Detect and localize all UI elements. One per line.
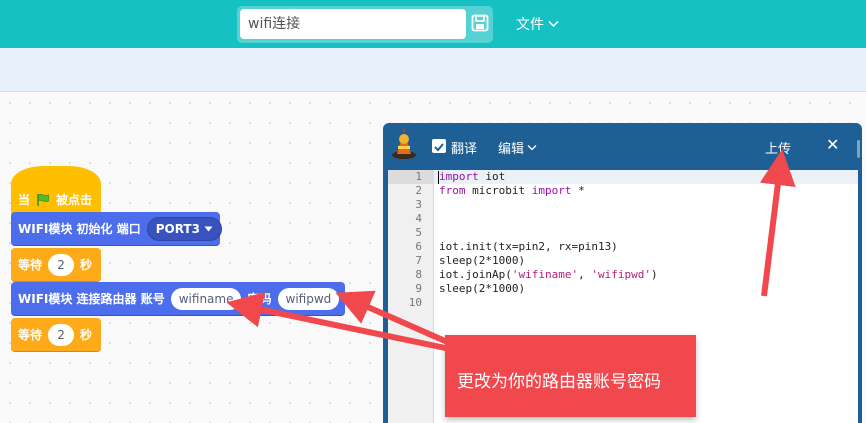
code-line: iot.init(tx=pin2, rx=pin13) xyxy=(439,240,618,253)
line-number: 7 xyxy=(415,254,422,267)
code-line: from microbit import * xyxy=(439,184,585,197)
line-number: 4 xyxy=(415,212,422,225)
wait-block[interactable]: 等待 2 秒 xyxy=(11,248,101,282)
line-number: 9 xyxy=(415,282,422,295)
edit-menu-label: 编辑 xyxy=(498,142,525,157)
close-icon[interactable]: ✕ xyxy=(826,135,840,154)
ssid-input[interactable]: wifiname xyxy=(170,287,242,310)
block-text: WIFI模块 连接路由器 账号 xyxy=(18,292,165,306)
code-line: import iot xyxy=(439,170,506,183)
line-number: 10 xyxy=(408,296,422,309)
port-dropdown[interactable]: PORT3 xyxy=(146,216,222,241)
upload-button[interactable]: 上传 xyxy=(765,138,791,157)
wait-block[interactable]: 等待 2 秒 xyxy=(11,318,101,352)
wait-seconds-input[interactable]: 2 xyxy=(48,323,75,346)
block-text: 当 xyxy=(18,193,31,207)
chevron-down-icon xyxy=(548,20,559,28)
line-number: 6 xyxy=(415,240,422,253)
translate-label: 翻译 xyxy=(451,142,478,157)
block-text: WIFI模块 初始化 端口 xyxy=(18,222,141,236)
block-text: 等待 xyxy=(18,328,43,342)
code-line: sleep(2*1000) xyxy=(439,282,526,295)
python-logo-icon xyxy=(392,128,416,159)
line-number: 3 xyxy=(415,198,422,211)
checkmark-icon xyxy=(434,143,444,152)
file-menu-label: 文件 xyxy=(516,17,544,33)
password-input[interactable]: wifipwd xyxy=(277,287,340,310)
file-menu[interactable]: 文件 xyxy=(516,14,559,34)
line-number: 2 xyxy=(415,184,422,197)
wifi-init-block[interactable]: WIFI模块 初始化 端口 PORT3 xyxy=(11,212,222,246)
translate-checkbox[interactable] xyxy=(432,139,446,153)
code-line: iot.joinAp('wifiname', 'wifipwd') xyxy=(439,268,658,281)
line-number: 1 xyxy=(415,170,422,183)
annotation-text: 更改为你的路由器账号密码 xyxy=(457,372,661,392)
line-number: 5 xyxy=(415,226,422,239)
text-cursor xyxy=(438,171,439,184)
block-text: 被点击 xyxy=(56,193,93,207)
block-text: 秒 xyxy=(80,328,93,342)
green-flag-icon xyxy=(37,193,49,206)
wait-seconds-input[interactable]: 2 xyxy=(48,253,75,276)
when-flag-clicked-block[interactable]: 当 被点击 xyxy=(11,166,101,216)
edit-menu[interactable]: 编辑 xyxy=(498,138,537,157)
save-icon[interactable] xyxy=(471,14,489,32)
block-text: 密码 xyxy=(247,292,272,306)
line-number: 8 xyxy=(415,268,422,281)
wifi-connect-block[interactable]: WIFI模块 连接路由器 账号 wifiname 密码 wifipwd xyxy=(11,282,345,316)
chevron-down-icon xyxy=(527,145,537,151)
panel-scrollbar[interactable] xyxy=(857,140,860,158)
code-line: sleep(2*1000) xyxy=(439,254,526,267)
caret-down-icon xyxy=(204,226,213,231)
block-text: 秒 xyxy=(80,258,93,272)
project-name-input[interactable]: wifi连接 xyxy=(240,9,466,39)
menu-strip xyxy=(0,48,866,92)
port-value: PORT3 xyxy=(155,221,200,236)
block-text: 等待 xyxy=(18,258,43,272)
